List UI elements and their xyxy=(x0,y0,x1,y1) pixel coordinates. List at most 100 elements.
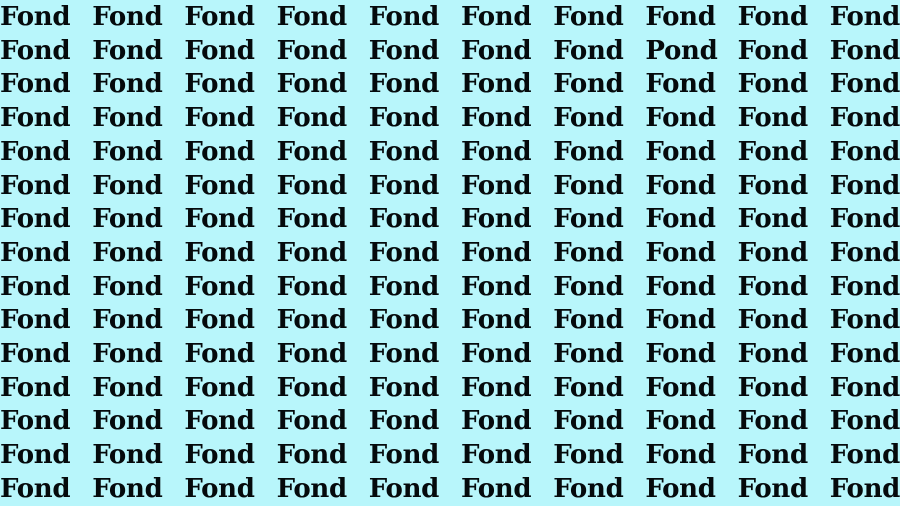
word-cell[interactable]: Fond xyxy=(184,442,255,468)
word-cell[interactable]: Fond xyxy=(277,139,348,165)
word-cell[interactable]: Fond xyxy=(830,173,900,199)
word-cell[interactable]: Fond xyxy=(0,4,71,30)
word-cell[interactable]: Fond xyxy=(830,307,900,333)
word-cell[interactable]: Fond xyxy=(369,139,440,165)
word-cell[interactable]: Fond xyxy=(738,38,809,64)
word-cell[interactable]: Fond xyxy=(830,105,900,131)
word-cell[interactable]: Fond xyxy=(184,240,255,266)
word-cell[interactable]: Fond xyxy=(830,341,900,367)
word-cell[interactable]: Fond xyxy=(277,4,348,30)
word-cell[interactable]: Fond xyxy=(830,4,900,30)
word-cell[interactable]: Fond xyxy=(277,71,348,97)
word-cell[interactable]: Fond xyxy=(369,38,440,64)
word-cell[interactable]: Fond xyxy=(738,341,809,367)
word-cell[interactable]: Fond xyxy=(0,341,71,367)
word-cell[interactable]: Fond xyxy=(461,240,532,266)
word-cell[interactable]: Fond xyxy=(0,442,71,468)
word-cell[interactable]: Fond xyxy=(277,105,348,131)
word-cell[interactable]: Fond xyxy=(553,139,624,165)
word-cell[interactable]: Fond xyxy=(461,71,532,97)
word-cell[interactable]: Fond xyxy=(369,71,440,97)
word-cell[interactable]: Fond xyxy=(369,476,440,502)
word-cell[interactable]: Fond xyxy=(553,408,624,434)
word-cell[interactable]: Fond xyxy=(0,206,71,232)
word-cell[interactable]: Fond xyxy=(830,206,900,232)
word-cell[interactable]: Fond xyxy=(92,38,163,64)
word-cell[interactable]: Fond xyxy=(369,442,440,468)
word-cell[interactable]: Fond xyxy=(461,341,532,367)
word-cell[interactable]: Fond xyxy=(553,274,624,300)
word-cell[interactable]: Fond xyxy=(645,274,716,300)
word-cell[interactable]: Fond xyxy=(645,71,716,97)
word-cell[interactable]: Fond xyxy=(184,38,255,64)
word-cell[interactable]: Fond xyxy=(369,274,440,300)
word-cell[interactable]: Fond xyxy=(830,274,900,300)
word-cell[interactable]: Fond xyxy=(553,71,624,97)
word-cell[interactable]: Fond xyxy=(645,341,716,367)
word-cell[interactable]: Fond xyxy=(645,442,716,468)
word-cell[interactable]: Fond xyxy=(461,206,532,232)
word-cell[interactable]: Fond xyxy=(184,341,255,367)
word-cell[interactable]: Fond xyxy=(92,442,163,468)
word-cell[interactable]: Fond xyxy=(277,240,348,266)
word-cell[interactable]: Fond xyxy=(830,375,900,401)
word-cell[interactable]: Fond xyxy=(369,206,440,232)
word-cell[interactable]: Fond xyxy=(0,274,71,300)
word-cell[interactable]: Fond xyxy=(645,408,716,434)
word-cell[interactable]: Fond xyxy=(0,71,71,97)
word-cell[interactable]: Fond xyxy=(277,307,348,333)
word-cell[interactable]: Fond xyxy=(553,341,624,367)
word-cell[interactable]: Fond xyxy=(461,274,532,300)
word-cell[interactable]: Fond xyxy=(553,442,624,468)
word-cell[interactable]: Fond xyxy=(369,307,440,333)
word-cell[interactable]: Fond xyxy=(277,476,348,502)
word-cell[interactable]: Fond xyxy=(0,375,71,401)
word-cell[interactable]: Fond xyxy=(92,105,163,131)
word-cell[interactable]: Fond xyxy=(553,105,624,131)
word-cell[interactable]: Fond xyxy=(645,105,716,131)
word-cell[interactable]: Fond xyxy=(645,4,716,30)
word-cell[interactable]: Fond xyxy=(0,38,71,64)
word-cell[interactable]: Fond xyxy=(92,375,163,401)
word-cell[interactable]: Fond xyxy=(553,38,624,64)
word-cell[interactable]: Fond xyxy=(277,408,348,434)
word-cell[interactable]: Fond xyxy=(645,173,716,199)
word-cell[interactable]: Fond xyxy=(553,206,624,232)
word-cell[interactable]: Fond xyxy=(830,240,900,266)
word-cell[interactable]: Fond xyxy=(369,4,440,30)
word-cell[interactable]: Fond xyxy=(369,341,440,367)
word-cell[interactable]: Fond xyxy=(277,206,348,232)
word-cell[interactable]: Fond xyxy=(738,476,809,502)
word-cell[interactable]: Fond xyxy=(0,105,71,131)
word-cell[interactable]: Fond xyxy=(184,105,255,131)
word-cell[interactable]: Fond xyxy=(645,206,716,232)
word-cell[interactable]: Fond xyxy=(461,105,532,131)
word-cell[interactable]: Fond xyxy=(277,38,348,64)
word-cell[interactable]: Fond xyxy=(92,341,163,367)
word-cell[interactable]: Fond xyxy=(92,240,163,266)
word-cell[interactable]: Fond xyxy=(369,375,440,401)
word-cell[interactable]: Fond xyxy=(0,139,71,165)
word-cell[interactable]: Fond xyxy=(461,173,532,199)
word-cell[interactable]: Fond xyxy=(830,38,900,64)
word-cell[interactable]: Fond xyxy=(369,105,440,131)
word-cell[interactable]: Fond xyxy=(0,240,71,266)
word-cell[interactable]: Fond xyxy=(92,173,163,199)
word-cell[interactable]: Fond xyxy=(553,307,624,333)
word-cell[interactable]: Fond xyxy=(645,240,716,266)
word-cell[interactable]: Fond xyxy=(92,274,163,300)
word-cell[interactable]: Fond xyxy=(461,375,532,401)
word-cell[interactable]: Fond xyxy=(830,408,900,434)
word-cell[interactable]: Fond xyxy=(369,173,440,199)
word-cell[interactable]: Fond xyxy=(738,240,809,266)
word-cell[interactable]: Fond xyxy=(553,375,624,401)
word-cell[interactable]: Fond xyxy=(461,476,532,502)
word-cell[interactable]: Fond xyxy=(738,307,809,333)
word-cell[interactable]: Fond xyxy=(738,206,809,232)
word-cell[interactable]: Fond xyxy=(0,408,71,434)
word-cell[interactable]: Fond xyxy=(277,173,348,199)
word-cell[interactable]: Fond xyxy=(738,408,809,434)
word-cell[interactable]: Fond xyxy=(277,274,348,300)
word-cell[interactable]: Fond xyxy=(184,274,255,300)
word-cell[interactable]: Fond xyxy=(92,139,163,165)
